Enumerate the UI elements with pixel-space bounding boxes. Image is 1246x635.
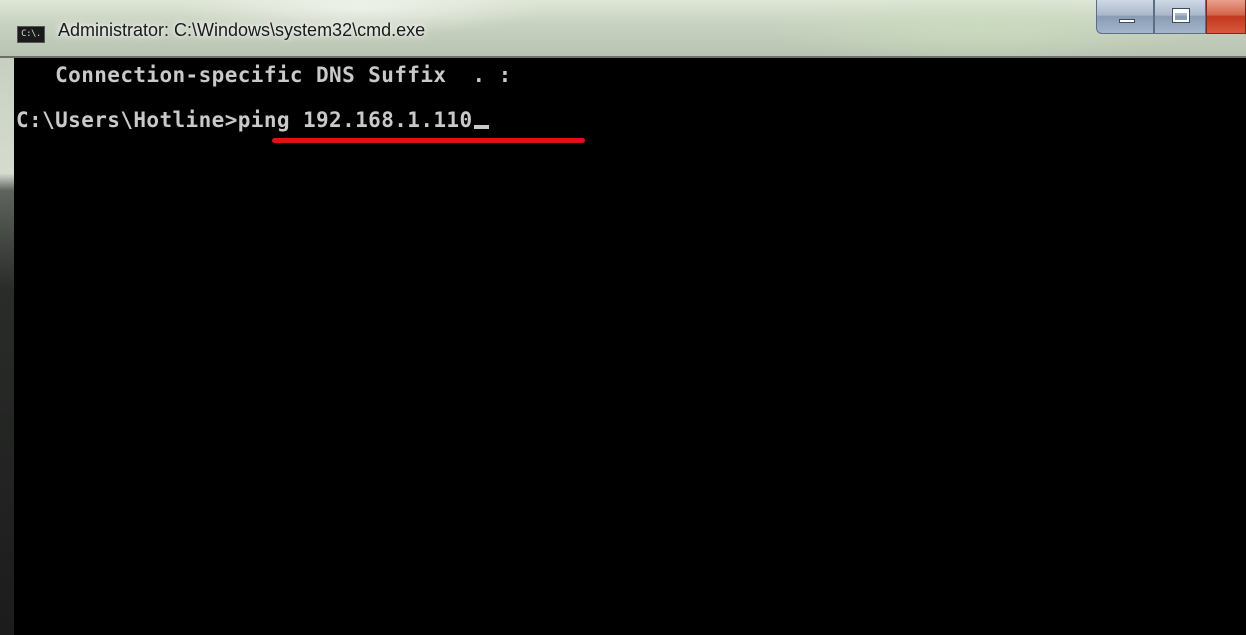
prompt-path: C:\Users\Hotline> xyxy=(16,108,238,132)
cmd-icon[interactable]: C:\. xyxy=(17,26,45,43)
cmd-window: C:\. Administrator: C:\Windows\system32\… xyxy=(0,0,1246,635)
window-title: Administrator: C:\Windows\system32\cmd.e… xyxy=(58,20,426,40)
maximize-button[interactable] xyxy=(1154,0,1206,34)
window-frame-left xyxy=(0,58,14,635)
minimize-icon xyxy=(1119,19,1135,23)
text-cursor xyxy=(473,125,489,129)
console-line-dns-suffix: Connection-specific DNS Suffix . : xyxy=(16,63,512,87)
typed-command[interactable]: ping 192.168.1.110 xyxy=(238,108,473,132)
title-bar[interactable]: C:\. Administrator: C:\Windows\system32\… xyxy=(0,0,1246,58)
console-output[interactable]: Connection-specific DNS Suffix . : C:\Us… xyxy=(14,58,1246,635)
command-highlight-underline xyxy=(272,138,585,143)
caption-buttons xyxy=(1096,0,1246,34)
minimize-button[interactable] xyxy=(1096,0,1154,34)
command-prompt-line[interactable]: C:\Users\Hotline>ping 192.168.1.110 xyxy=(16,108,489,132)
close-button[interactable] xyxy=(1206,0,1246,34)
maximize-icon xyxy=(1172,8,1190,23)
